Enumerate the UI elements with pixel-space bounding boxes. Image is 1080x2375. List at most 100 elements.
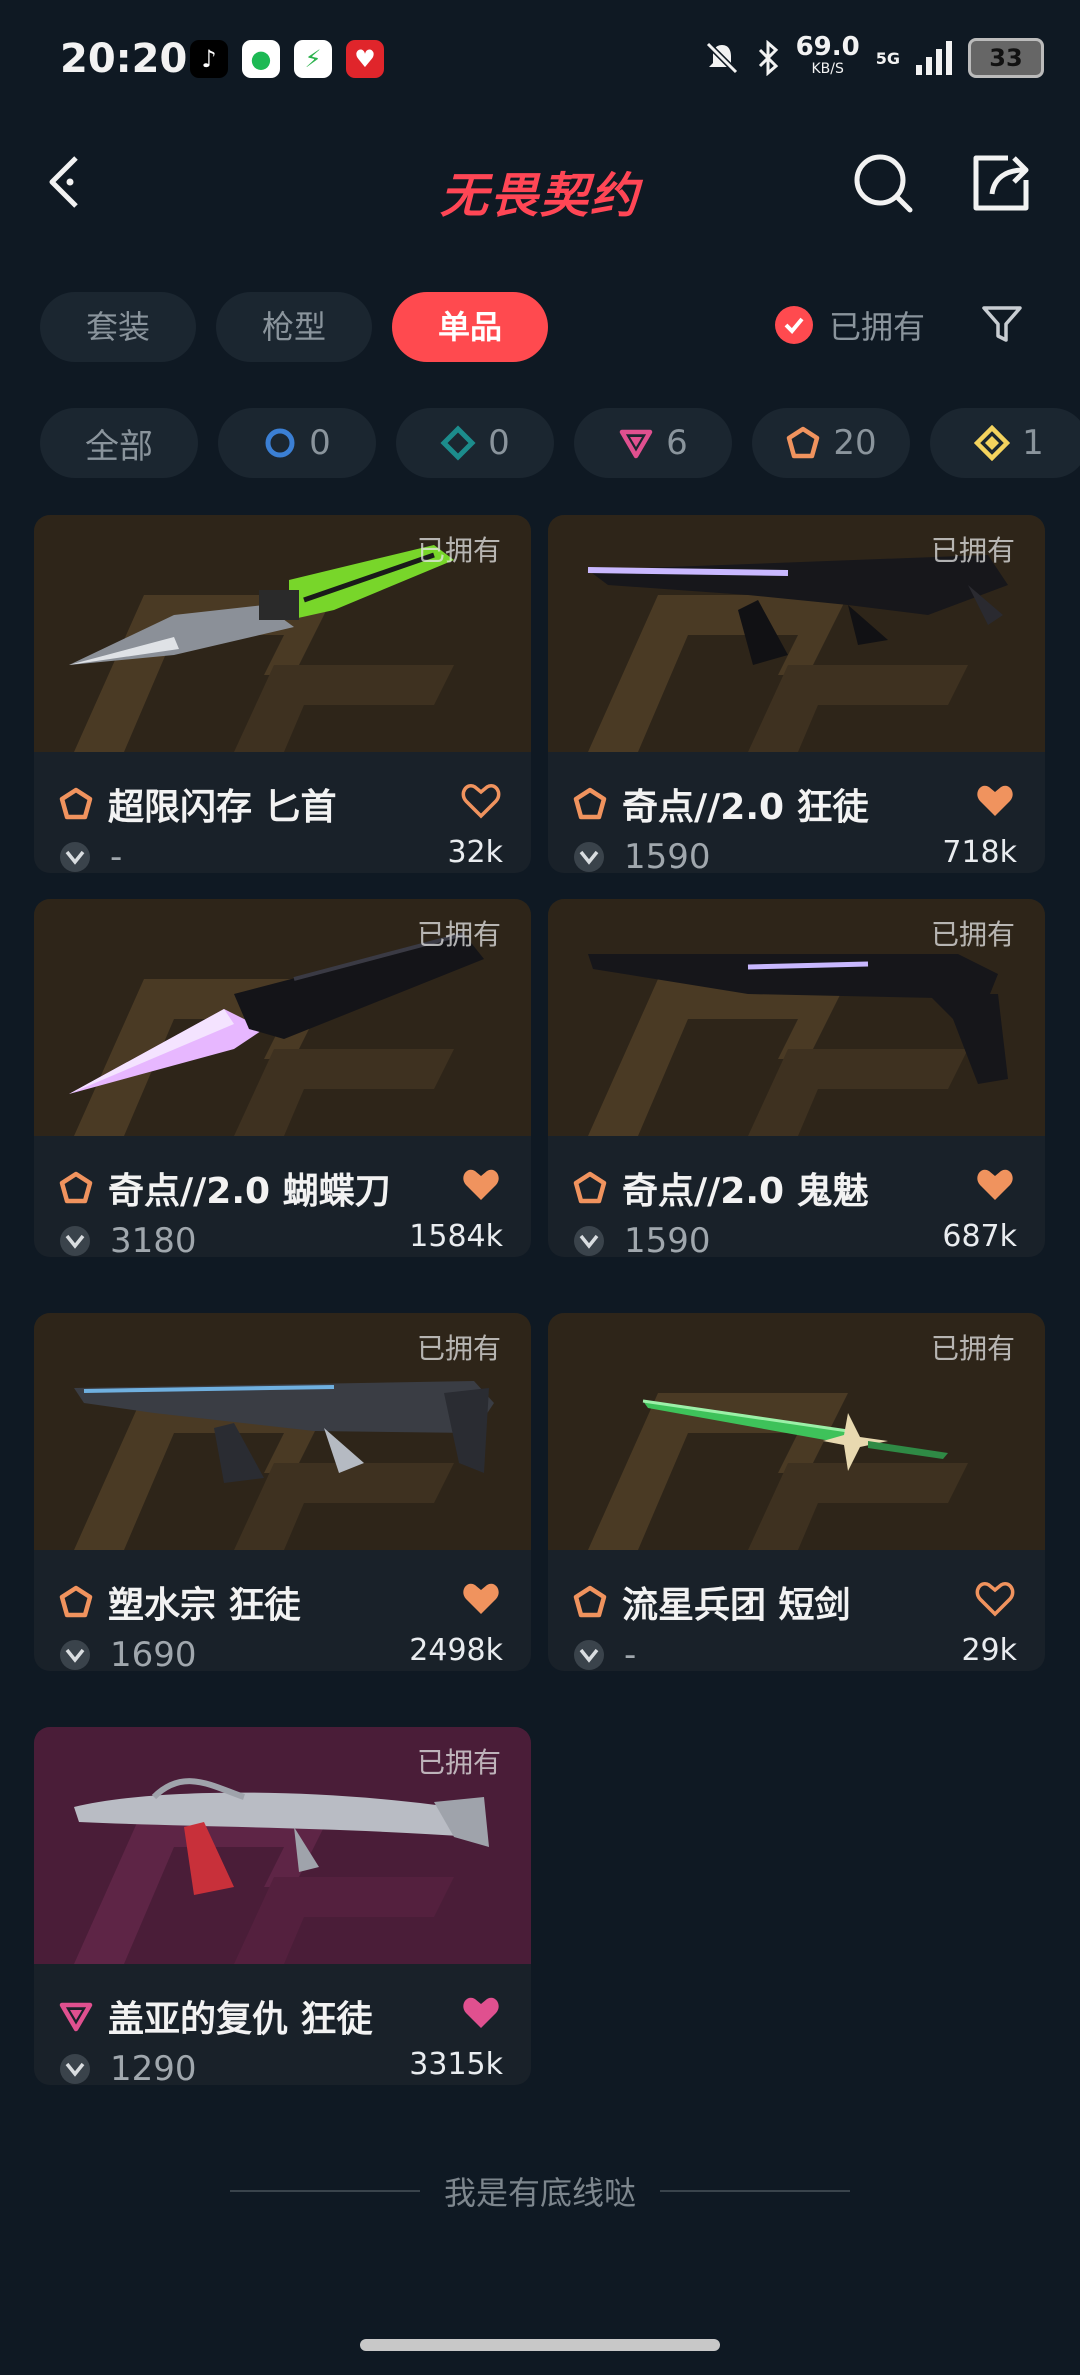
rarity-chip-ultra[interactable]: 1 xyxy=(930,408,1080,478)
category-tabs: 套装 枪型 单品 xyxy=(40,292,549,362)
rarity-chip-all[interactable]: 全部 xyxy=(40,408,198,478)
share-icon[interactable] xyxy=(968,150,1034,216)
rarity-chip-count: 6 xyxy=(666,423,688,463)
owned-badge: 已拥有 xyxy=(416,918,501,951)
item-image: 已拥有 xyxy=(34,1727,531,1964)
bluetooth-icon xyxy=(758,40,778,76)
heart-app-icon: ♥ xyxy=(346,40,384,78)
spotify-icon: ● xyxy=(242,40,280,78)
item-name: 流星兵团 短剑 xyxy=(622,1585,851,1626)
tiktok-icon: ♪ xyxy=(190,40,228,78)
heart-filled-icon[interactable] xyxy=(461,1581,501,1617)
ultra-tier-icon xyxy=(974,425,1011,461)
tab-bundles[interactable]: 套装 xyxy=(40,292,197,362)
notification-icons: ♪ ● ⚡ ♥ xyxy=(190,40,384,78)
like-count: 687k xyxy=(942,1219,1017,1254)
item-card[interactable]: 已拥有 塑水宗 狂徒 1690 2498k xyxy=(34,1313,531,1671)
heart-filled-icon[interactable] xyxy=(975,1167,1015,1203)
end-of-list-text: 我是有底线哒 xyxy=(443,2174,636,2212)
vp-currency-icon xyxy=(574,1226,604,1256)
page-title: 无畏契约 xyxy=(439,168,640,224)
shield-app-icon: ⚡ xyxy=(294,40,332,78)
heart-filled-icon[interactable] xyxy=(461,1167,501,1203)
heart-outline-icon[interactable] xyxy=(975,1581,1015,1617)
tab-weapon-types[interactable]: 枪型 xyxy=(216,292,373,362)
owned-badge: 已拥有 xyxy=(930,918,1015,951)
item-card[interactable]: 已拥有 超限闪存 匕首 - 32k xyxy=(34,515,531,873)
like-count: 3315k xyxy=(409,2047,503,2082)
status-indicators: 69.0 KB/S 5G 33 xyxy=(704,32,1044,80)
end-of-list: 我是有底线哒 xyxy=(0,2168,1080,2214)
owned-badge: 已拥有 xyxy=(416,1746,501,1779)
checkmark-icon xyxy=(775,306,813,344)
tab-single-items[interactable]: 单品 xyxy=(392,292,549,362)
heart-outline-icon[interactable] xyxy=(461,783,501,819)
item-image: 已拥有 xyxy=(34,1313,531,1550)
item-name: 奇点//2.0 狂徒 xyxy=(622,787,869,828)
like-count: 1584k xyxy=(409,1219,503,1254)
heart-filled-icon[interactable] xyxy=(975,783,1015,819)
rarity-chip-label: 全部 xyxy=(85,426,153,467)
filter-icon[interactable] xyxy=(980,302,1024,346)
heart-filled-icon[interactable] xyxy=(461,1995,501,2031)
owned-filter-toggle[interactable]: 已拥有 xyxy=(775,302,925,348)
divider xyxy=(229,2190,420,2192)
vp-currency-icon xyxy=(574,842,604,872)
select-tier-icon xyxy=(265,428,295,458)
rarity-chip-select[interactable]: 0 xyxy=(218,408,376,478)
item-name: 奇点//2.0 蝴蝶刀 xyxy=(108,1171,391,1212)
like-count: 32k xyxy=(447,835,503,870)
owned-badge: 已拥有 xyxy=(416,1332,501,1365)
owned-badge: 已拥有 xyxy=(416,534,501,567)
rarity-filter-row: 全部 0 0 6 20 1 xyxy=(40,408,1080,478)
rarity-chip-premium[interactable]: 6 xyxy=(574,408,732,478)
vp-currency-icon xyxy=(574,1640,604,1670)
app-header: 无畏契约 xyxy=(0,120,1080,250)
vp-currency-icon xyxy=(60,842,90,872)
net-speed: 69.0 KB/S xyxy=(795,32,860,77)
item-card[interactable]: 已拥有 盖亚的复仇 狂徒 1290 3315k xyxy=(34,1727,531,2085)
battery-indicator: 33 xyxy=(968,38,1044,78)
divider xyxy=(660,2190,850,2192)
item-image: 已拥有 xyxy=(34,515,531,752)
item-card[interactable]: 已拥有 奇点//2.0 狂徒 1590 718k xyxy=(548,515,1045,873)
item-image: 已拥有 xyxy=(34,899,531,1136)
exclusive-tier-icon xyxy=(573,1171,607,1204)
vp-currency-icon xyxy=(60,1640,90,1670)
deluxe-tier-icon xyxy=(440,425,476,461)
home-indicator[interactable] xyxy=(360,2339,720,2351)
item-price: 1290 xyxy=(110,2049,197,2085)
owned-filter-label: 已拥有 xyxy=(829,308,926,346)
exclusive-tier-icon xyxy=(573,787,607,820)
item-price: - xyxy=(624,1635,637,1671)
item-card[interactable]: 已拥有 奇点//2.0 蝴蝶刀 3180 1584k xyxy=(34,899,531,1257)
rarity-chip-deluxe[interactable]: 0 xyxy=(396,408,554,478)
network-type: 5G xyxy=(875,48,900,68)
status-time: 20:20 xyxy=(60,36,188,82)
vp-currency-icon xyxy=(60,1226,90,1256)
rarity-chip-exclusive[interactable]: 20 xyxy=(752,408,910,478)
item-name: 塑水宗 狂徒 xyxy=(108,1585,301,1626)
item-card[interactable]: 已拥有 流星兵团 短剑 - 29k xyxy=(548,1313,1045,1671)
premium-tier-icon xyxy=(619,429,653,459)
like-count: 2498k xyxy=(409,1633,503,1668)
like-count: 29k xyxy=(961,1633,1017,1668)
owned-badge: 已拥有 xyxy=(930,1332,1015,1365)
mute-icon xyxy=(705,41,738,75)
exclusive-tier-icon xyxy=(59,787,93,820)
item-price: - xyxy=(110,837,123,873)
owned-badge: 已拥有 xyxy=(930,534,1015,567)
exclusive-tier-icon xyxy=(573,1585,607,1618)
item-price: 3180 xyxy=(110,1221,197,1257)
search-icon[interactable] xyxy=(850,150,916,216)
rarity-chip-count: 0 xyxy=(309,423,331,463)
item-price: 1590 xyxy=(624,1221,711,1257)
item-card[interactable]: 已拥有 奇点//2.0 鬼魅 1590 687k xyxy=(548,899,1045,1257)
item-image: 已拥有 xyxy=(548,899,1045,1136)
item-name: 超限闪存 匕首 xyxy=(108,787,337,828)
item-name: 盖亚的复仇 狂徒 xyxy=(108,1999,373,2040)
like-count: 718k xyxy=(942,835,1017,870)
item-image: 已拥有 xyxy=(548,515,1045,752)
item-image: 已拥有 xyxy=(548,1313,1045,1550)
premium-tier-icon xyxy=(59,2002,93,2032)
